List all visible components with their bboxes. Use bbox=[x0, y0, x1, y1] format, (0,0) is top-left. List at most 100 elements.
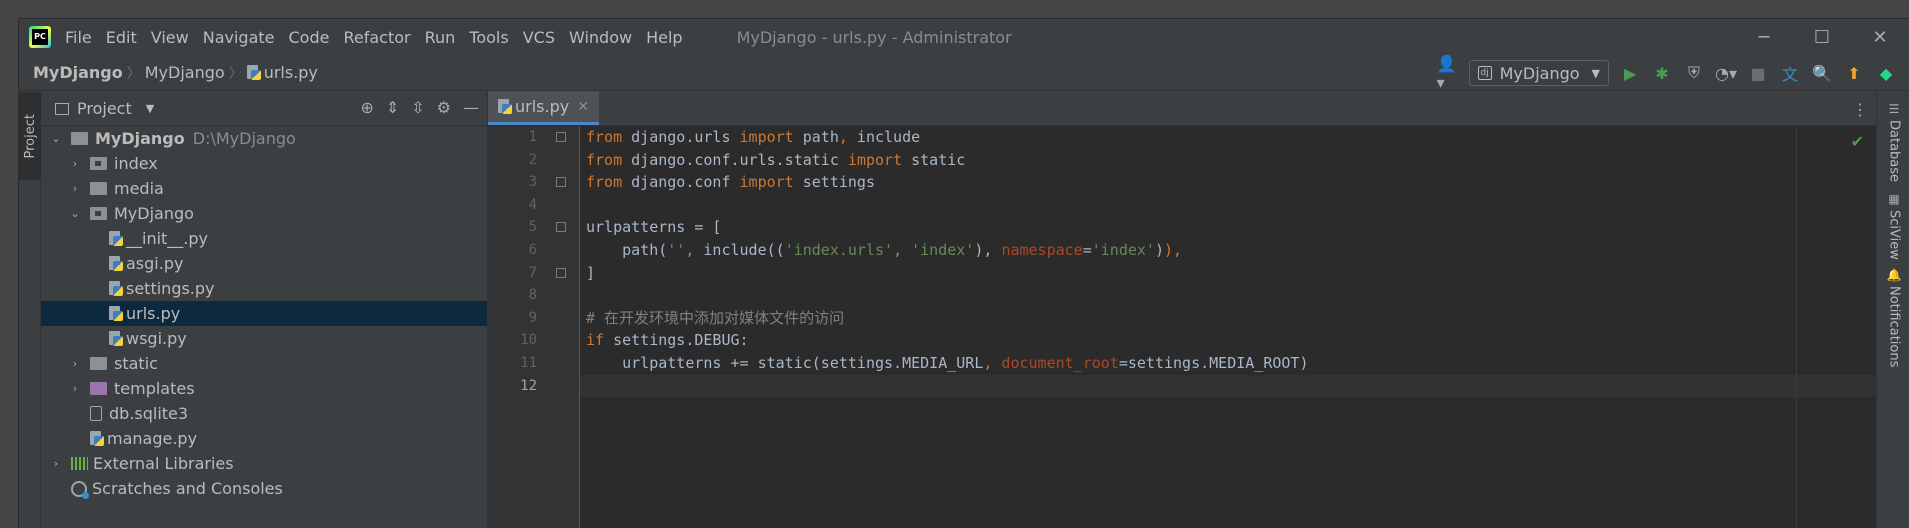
close-tab-icon[interactable]: ✕ bbox=[577, 99, 589, 115]
code-line[interactable] bbox=[580, 374, 1876, 398]
code-token: ) bbox=[1164, 240, 1174, 259]
menu-help[interactable]: Help bbox=[646, 28, 682, 47]
locate-file-icon[interactable]: ⊕ bbox=[360, 98, 373, 117]
tree-item[interactable]: › media bbox=[41, 176, 487, 201]
tree-item[interactable]: asgi.py bbox=[41, 251, 487, 276]
tree-item[interactable]: › index bbox=[41, 151, 487, 176]
jetbrains-plugin-icon[interactable]: ◆ bbox=[1875, 62, 1897, 84]
tree-item[interactable]: › External Libraries bbox=[41, 451, 487, 476]
tree-item[interactable]: settings.py bbox=[41, 276, 487, 301]
menu-code[interactable]: Code bbox=[289, 28, 330, 47]
breadcrumb-project[interactable]: MyDjango bbox=[33, 63, 123, 82]
notifications-tool-tab[interactable]: 🔔 Notifications bbox=[1877, 268, 1909, 367]
tree-item[interactable]: wsgi.py bbox=[41, 326, 487, 351]
code-line[interactable]: ] bbox=[580, 262, 1876, 285]
fold-marker-icon[interactable] bbox=[556, 222, 566, 233]
tab-urls-py[interactable]: urls.py ✕ bbox=[488, 91, 599, 125]
menu-view[interactable]: View bbox=[151, 28, 189, 47]
chevron-right-icon[interactable]: › bbox=[68, 157, 82, 170]
menu-vcs[interactable]: VCS bbox=[523, 28, 555, 47]
translate-icon[interactable]: 文 bbox=[1779, 62, 1801, 84]
tree-item-label: __init__.py bbox=[126, 229, 209, 248]
tree-item[interactable]: Scratches and Consoles bbox=[41, 476, 487, 501]
breadcrumb-separator-icon: 〉 bbox=[228, 65, 243, 82]
database-tool-label: Database bbox=[1886, 120, 1902, 183]
tree-item[interactable]: __init__.py bbox=[41, 226, 487, 251]
line-number: 9 bbox=[528, 309, 537, 326]
fold-marker-icon[interactable] bbox=[556, 267, 566, 278]
folder-icon bbox=[90, 182, 107, 195]
database-tool-tab[interactable]: ☰ Database bbox=[1877, 102, 1909, 182]
update-icon[interactable]: ⬆ bbox=[1843, 62, 1865, 84]
menu-tools[interactable]: Tools bbox=[469, 28, 508, 47]
code-line[interactable]: if settings.DEBUG: bbox=[580, 329, 1876, 352]
chevron-right-icon[interactable]: › bbox=[68, 182, 82, 195]
chevron-down-icon: ▼ bbox=[1591, 66, 1600, 80]
chevron-right-icon[interactable]: › bbox=[68, 382, 82, 395]
project-tool-tab[interactable]: Project bbox=[19, 92, 41, 180]
breadcrumb-package[interactable]: MyDjango bbox=[145, 63, 225, 82]
menu-file[interactable]: File bbox=[65, 28, 92, 47]
code-editor[interactable]: from django.urls import path, include fro… bbox=[580, 126, 1876, 528]
code-token: urlpatterns += static(settings.MEDIA_URL bbox=[586, 353, 984, 372]
tree-item[interactable]: db.sqlite3 bbox=[41, 401, 487, 426]
tree-item[interactable]: ⌄ MyDjango bbox=[41, 201, 487, 226]
sciview-tool-tab[interactable]: ▦ SciView bbox=[1877, 192, 1909, 260]
code-token: 'index' bbox=[911, 240, 975, 259]
tree-item[interactable]: › templates bbox=[41, 376, 487, 401]
code-line[interactable]: from django.urls import path, include bbox=[580, 126, 1876, 149]
profile-icon[interactable]: ◔▾ bbox=[1715, 62, 1737, 84]
search-icon[interactable]: 🔍 bbox=[1811, 62, 1833, 84]
no-problems-check-icon[interactable]: ✔ bbox=[1851, 132, 1864, 151]
tree-item-label: media bbox=[114, 179, 164, 198]
close-window-button[interactable]: ✕ bbox=[1851, 19, 1909, 55]
code-line[interactable]: # 在开发环境中添加对媒体文件的访问 bbox=[580, 307, 1876, 330]
menu-edit[interactable]: Edit bbox=[106, 28, 137, 47]
project-panel-title[interactable]: Project bbox=[77, 99, 132, 118]
code-token: django.conf.urls.static bbox=[622, 150, 848, 169]
expand-all-icon[interactable]: ⇕ bbox=[386, 98, 399, 117]
fold-marker-icon[interactable] bbox=[556, 177, 566, 188]
code-line[interactable] bbox=[580, 194, 1876, 217]
title-bar: File Edit View Navigate Code Refactor Run Tools… bbox=[19, 19, 1909, 55]
project-path: D:\MyDjango bbox=[192, 129, 296, 148]
hide-panel-icon[interactable]: — bbox=[463, 98, 479, 117]
ide-window: File Edit View Navigate Code Refactor Run Tools… bbox=[18, 18, 1909, 528]
code-line[interactable]: urlpatterns = [ bbox=[580, 216, 1876, 239]
tree-item[interactable]: urls.py bbox=[41, 301, 487, 326]
chevron-right-icon[interactable]: › bbox=[68, 357, 82, 370]
menu-window[interactable]: Window bbox=[569, 28, 632, 47]
code-line[interactable] bbox=[580, 284, 1876, 307]
chevron-down-icon[interactable]: ⌄ bbox=[49, 132, 63, 145]
run-icon[interactable]: ▶ bbox=[1619, 62, 1641, 84]
line-number: 11 bbox=[520, 354, 537, 371]
collapse-all-icon[interactable]: ⇳ bbox=[411, 98, 424, 117]
breadcrumb-file[interactable]: urls.py bbox=[264, 63, 318, 82]
chevron-right-icon[interactable]: › bbox=[49, 457, 63, 470]
code-line[interactable]: from django.conf.urls.static import stat… bbox=[580, 149, 1876, 172]
python-file-icon bbox=[109, 230, 123, 247]
chevron-down-icon[interactable]: ▼ bbox=[146, 102, 154, 115]
debug-icon[interactable]: ✱ bbox=[1651, 62, 1673, 84]
tree-item[interactable]: › static bbox=[41, 351, 487, 376]
minimize-button[interactable]: ─ bbox=[1735, 19, 1793, 55]
fold-marker-icon[interactable] bbox=[556, 132, 566, 142]
tree-item[interactable]: ⌄ MyDjango D:\MyDjango bbox=[41, 126, 487, 151]
menu-refactor[interactable]: Refactor bbox=[343, 28, 410, 47]
chevron-down-icon[interactable]: ⌄ bbox=[68, 207, 82, 220]
coverage-icon[interactable]: ⛨ bbox=[1683, 62, 1705, 84]
stop-icon[interactable]: ■ bbox=[1747, 62, 1769, 84]
menu-navigate[interactable]: Navigate bbox=[203, 28, 275, 47]
more-options-icon[interactable]: ⋮ bbox=[1852, 100, 1868, 119]
code-line[interactable]: urlpatterns += static(settings.MEDIA_URL… bbox=[580, 352, 1876, 375]
run-configuration-select[interactable]: dj MyDjango ▼ bbox=[1468, 60, 1609, 86]
menu-run[interactable]: Run bbox=[425, 28, 456, 47]
code-token: =settings.MEDIA_ROOT) bbox=[1118, 353, 1309, 372]
line-number: 4 bbox=[528, 196, 537, 213]
tree-item[interactable]: manage.py bbox=[41, 426, 487, 451]
gear-icon[interactable]: ⚙ bbox=[437, 98, 451, 117]
user-icon[interactable]: 👤▾ bbox=[1437, 54, 1459, 92]
maximize-button[interactable]: ☐ bbox=[1793, 19, 1851, 55]
code-line[interactable]: from django.conf import settings bbox=[580, 171, 1876, 194]
code-line[interactable]: path('', include(('index.urls', 'index')… bbox=[580, 239, 1876, 262]
